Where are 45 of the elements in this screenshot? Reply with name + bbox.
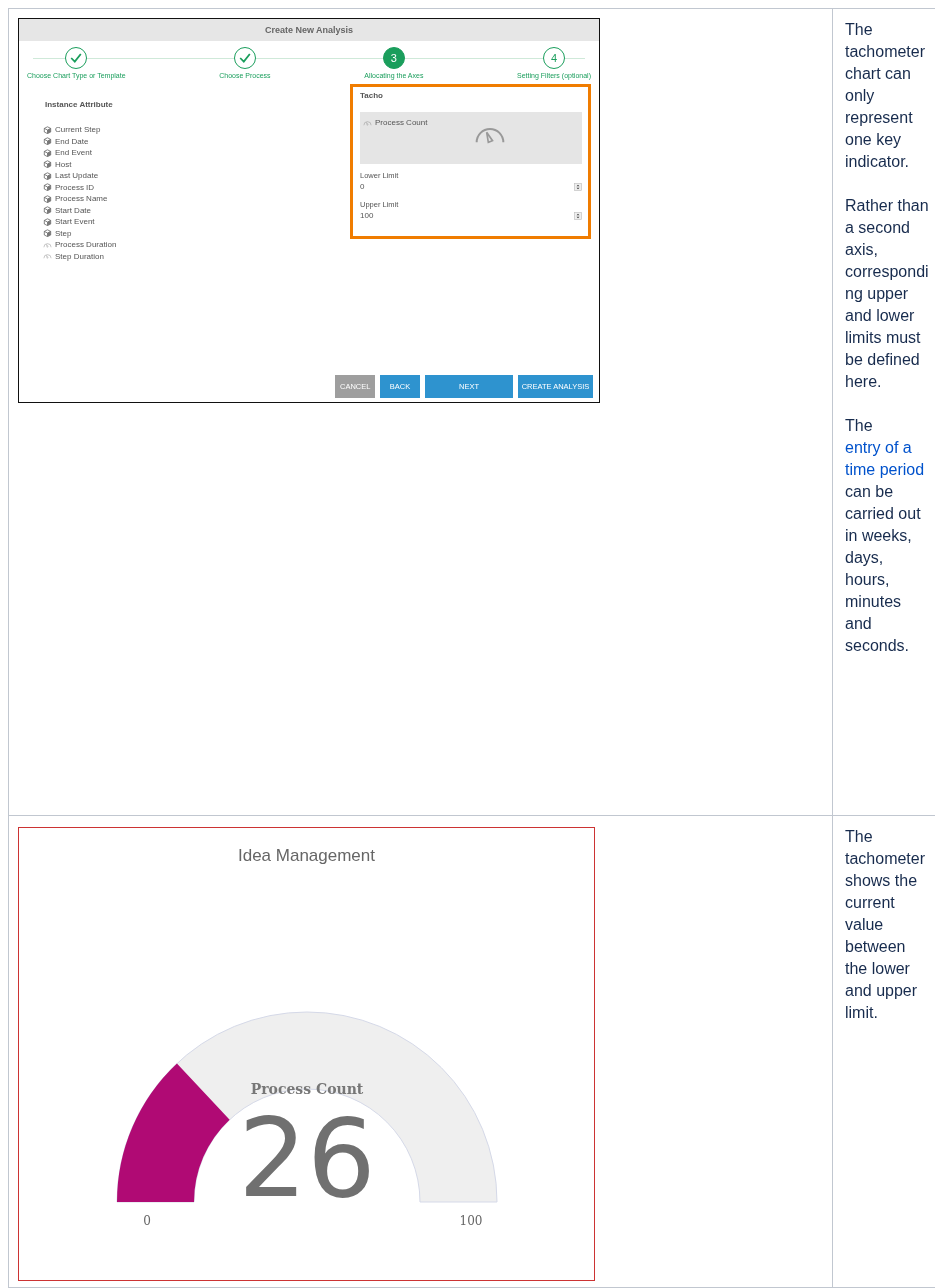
cube-icon — [43, 125, 52, 134]
panel-title: Tacho — [360, 91, 384, 100]
cube-icon — [43, 171, 52, 180]
spinner-icon — [574, 211, 582, 220]
chart-title: Idea Management — [237, 845, 375, 867]
cube-icon — [43, 217, 52, 226]
attribute-item[interactable]: Process Name — [43, 193, 117, 205]
attribute-item[interactable]: Process ID — [43, 181, 117, 193]
cube-icon — [43, 160, 52, 169]
note-paragraph: The tachometer chart can only represent one key indicator. — [845, 20, 927, 172]
attribute-item[interactable]: Last Update — [43, 170, 117, 182]
step-indicator[interactable] — [65, 47, 88, 69]
spinner-icon — [574, 182, 582, 191]
attribute-item[interactable]: Current Step — [43, 124, 117, 136]
attribute-item[interactable]: Start Event — [43, 216, 117, 228]
dialog-title: Create New Analysis — [19, 19, 599, 41]
attribute-item[interactable]: Host — [43, 158, 117, 170]
attribute-item[interactable]: Process Duration — [43, 239, 117, 251]
cube-icon — [43, 229, 52, 238]
axis-max-label: 100 — [459, 1214, 483, 1228]
attribute-item[interactable]: End Date — [43, 135, 117, 147]
attribute-item[interactable]: End Event — [43, 147, 117, 159]
note-paragraph: The tachometer shows the current value between the lower and upper limit. — [845, 827, 927, 1023]
number-field[interactable]: 100 — [360, 209, 582, 222]
axis-min-label: 0 — [143, 1214, 151, 1228]
cube-icon — [43, 148, 52, 157]
gauge-label: Process Count — [250, 1081, 364, 1097]
gauge-value: 26 — [238, 1096, 376, 1221]
number-field[interactable]: 0 — [360, 180, 582, 193]
cube-icon — [43, 137, 52, 146]
attribute-item[interactable]: Step Duration — [43, 250, 117, 262]
cube-icon — [43, 194, 52, 203]
link[interactable]: entry of a time period — [845, 437, 929, 481]
attribute-item[interactable]: Step — [43, 227, 117, 239]
gauge-icon — [43, 252, 52, 261]
note-paragraph: The entry of a time period can be carried out in weeks, days, hours, minutes and seconds. — [845, 415, 929, 657]
note-paragraph: Rather than a second axis, corresponding upper and lower limits must be defined here. — [845, 196, 929, 392]
measure-chip[interactable]: Process Count — [363, 118, 428, 127]
cube-icon — [43, 183, 52, 192]
attribute-item[interactable]: Start Date — [43, 204, 117, 216]
gauge-icon — [43, 240, 52, 249]
gauge-icon — [363, 118, 372, 127]
cube-icon — [43, 206, 52, 215]
list-heading: Instance Attribute — [45, 100, 114, 109]
step-indicator[interactable] — [233, 47, 256, 69]
